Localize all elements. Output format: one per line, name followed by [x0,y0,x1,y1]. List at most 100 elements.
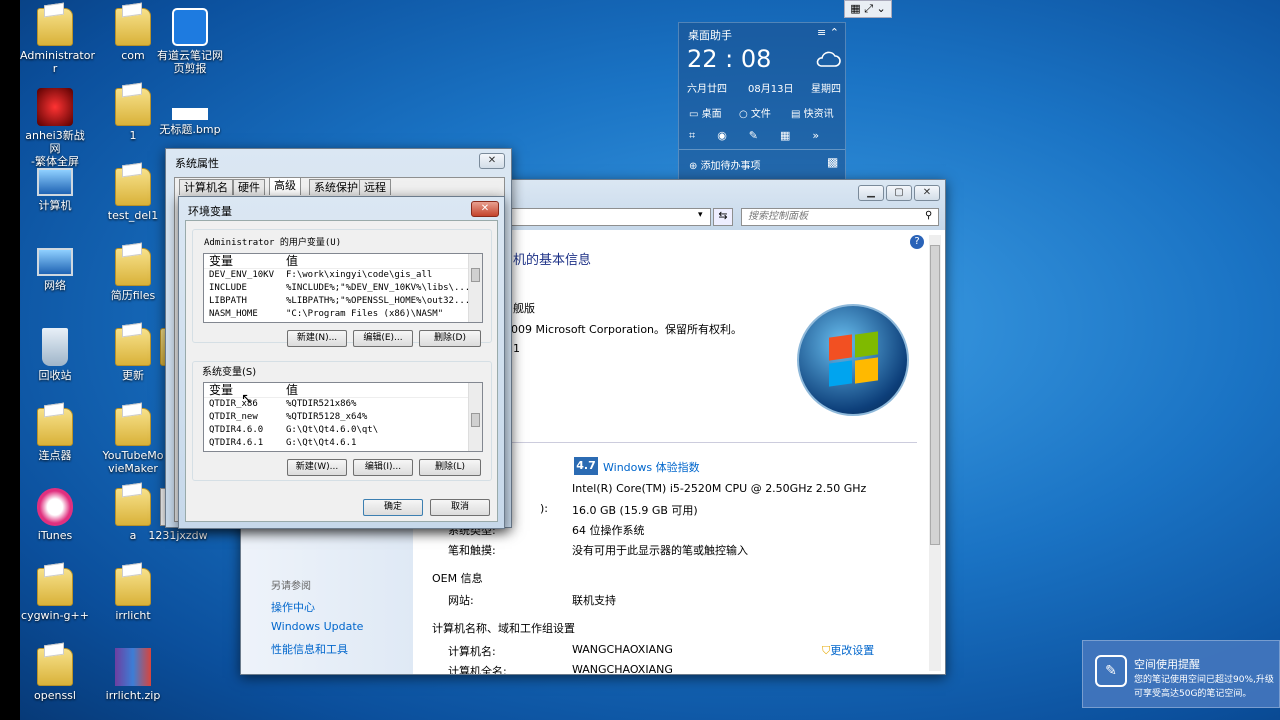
minimize-button[interactable]: ▁ [858,185,884,201]
desktop-icon[interactable]: 回收站 [20,328,90,382]
widget-file-button[interactable]: ○ 文件 [739,105,771,120]
lunar-date: 六月廿四 [687,84,727,95]
online-support-link[interactable]: 联机支持 [572,592,616,608]
desktop-icon[interactable]: iTunes [20,488,90,542]
column-header-value[interactable]: 值 [286,383,482,397]
tab-system-protection[interactable]: 系统保护 [309,179,363,195]
column-header-variable[interactable]: 变量 [204,254,286,268]
desktop-icon[interactable]: 无标题.bmp [155,88,225,136]
expand-icon[interactable]: ⤢ [864,2,873,15]
desktop-icon[interactable]: 网络 [20,248,90,292]
windows-update-link[interactable]: Windows Update [271,620,363,633]
cancel-button[interactable]: 取消 [430,499,490,516]
network-icon [37,248,73,276]
vertical-scrollbar[interactable] [468,383,482,451]
desktop-icon-label: 回收站 [38,369,72,382]
desktop-icon[interactable]: 计算机 [20,168,90,212]
desktop-icon[interactable]: irrlicht [98,568,168,622]
user-new-button[interactable]: 新建(N)... [287,330,347,347]
close-button[interactable]: ✕ [479,153,505,169]
variable-row[interactable]: INCLUDE %INCLUDE%;"%DEV_ENV_10KV%\libs\..… [204,282,482,295]
folder-icon [37,408,73,446]
game-icon [37,88,73,126]
desktop-icon-label: 网络 [44,279,66,292]
variable-row[interactable]: LIBPATH %LIBPATH%;"%OPENSSL_HOME%\out32..… [204,295,482,308]
desktop-icon[interactable]: 有道云笔记网 页剪报 [155,8,225,75]
desktop-icon[interactable]: cygwin-g++ [20,568,90,622]
desktop-icon[interactable]: 连点器 [20,408,90,462]
add-todo-button[interactable]: ⊕ 添加待办事项 [689,157,761,172]
desktop-icon-label: Administrator [20,49,95,62]
widget-date: 08月13日 [748,84,794,95]
tab-advanced[interactable]: 高级 [269,177,301,195]
tab-computer-name[interactable]: 计算机名 [179,179,233,195]
ram-value: 16.0 GB (15.9 GB 可用) [572,504,698,517]
computer-icon [37,168,73,196]
user-vars-list[interactable]: 变量值 DEV_ENV_10KV F:\work\xingyi\code\gis_… [203,253,483,323]
performance-tools-link[interactable]: 性能信息和工具 [271,641,348,657]
user-delete-button[interactable]: 删除(D) [419,330,481,347]
desktop-icon-label: 1231jxzdw [148,529,208,542]
tab-remote[interactable]: 远程 [359,179,391,195]
search-icon[interactable]: ⚲ [925,210,932,221]
scrollbar-thumb[interactable] [471,268,480,282]
storage-reminder-toast[interactable]: ✎ 空间使用提醒 您的笔记使用空间已超过90%,升级 可享受高达50G的笔记空间… [1082,640,1280,708]
variable-row[interactable]: QTDIR_new %QTDIR5128_x64% [204,411,482,424]
system-new-button[interactable]: 新建(W)... [287,459,347,476]
widget-title: 桌面助手 [688,29,732,42]
desktop-icon-label: irrlicht [115,609,151,622]
computer-name-label: 计算机名: [448,645,496,658]
tray-overflow[interactable]: ▦ ⤢ ⌄ [844,0,892,18]
desktop-icon[interactable]: irrlicht.zip [98,648,168,702]
desktop-icon-label: 有道云笔记网 [157,49,223,62]
variable-row[interactable]: NASM_HOME "C:\Program Files (x86)\NASM" [204,308,482,321]
scrollbar-thumb[interactable] [930,245,940,545]
menu-icon[interactable]: ≡ ⌃ [817,26,839,39]
widget-desktop-button[interactable]: ▭ 桌面 [689,105,722,120]
toast-line2: 可享受高达50G的笔记空间。 [1134,689,1252,699]
system-type-value: 64 位操作系统 [572,524,645,537]
desktop-icon-label: cygwin-g++ [21,609,89,622]
desktop-icon[interactable]: YouTubeMo vieMaker [98,408,168,475]
maximize-button[interactable]: ▢ [886,185,912,201]
column-header-value[interactable]: 值 [286,254,482,268]
folder-icon [115,408,151,446]
folder-icon [115,8,151,46]
chevron-down-icon[interactable]: ▾ [698,210,703,220]
close-button[interactable]: ✕ [914,185,940,201]
desktop-icon[interactable]: anhei3新战网 -繁体全屏 [20,88,90,168]
action-center-link[interactable]: 操作中心 [271,599,315,615]
help-icon[interactable]: ? [910,235,924,249]
close-button[interactable]: ✕ [471,201,499,217]
chevron-down-icon[interactable]: ⌄ [877,2,886,15]
tab-hardware[interactable]: 硬件 [233,179,265,195]
desktop-icon[interactable]: test_del1 [98,168,168,222]
vertical-scrollbar[interactable] [929,235,941,671]
edition-text: 舰版 [513,302,535,315]
vertical-scrollbar[interactable] [468,254,482,322]
refresh-button[interactable]: ⇆ [713,208,733,226]
experience-index-link[interactable]: Windows 体验指数 [603,459,700,475]
widget-tool-row[interactable]: ⌗◉✎▦» [689,129,849,143]
change-settings-link[interactable]: ⛉更改设置 [822,642,874,658]
scrollbar-thumb[interactable] [471,413,480,427]
variable-row[interactable]: QTDIR4.6.0 G:\Qt\Qt4.6.0\qt\ [204,424,482,437]
full-name-value: WANGCHAOXIANG [572,663,673,674]
user-edit-button[interactable]: 编辑(E)... [353,330,413,347]
variable-row[interactable]: DEV_ENV_10KV F:\work\xingyi\code\gis_all [204,269,482,282]
desktop-icon[interactable]: openssl [20,648,90,702]
search-input[interactable]: 搜索控制面板 [741,208,939,226]
widget-news-button[interactable]: ▤ 快资讯 [791,105,834,120]
system-edit-button[interactable]: 编辑(I)... [353,459,413,476]
bmp-file-icon [172,108,208,120]
folder-icon [37,568,73,606]
desktop-icon[interactable]: Administrator r [20,8,95,75]
system-delete-button[interactable]: 删除(L) [419,459,481,476]
qr-icon[interactable]: ▩ [827,155,838,169]
ok-button[interactable]: 确定 [363,499,423,516]
user-vars-label: Administrator 的用户变量(U) [202,235,344,248]
variable-row[interactable]: QTDIR4.6.1 G:\Qt\Qt4.6.1 [204,437,482,450]
list-header: 变量值 [204,254,482,269]
folder-icon [115,88,151,126]
desktop-icon-label: -繁体全屏 [31,155,79,168]
